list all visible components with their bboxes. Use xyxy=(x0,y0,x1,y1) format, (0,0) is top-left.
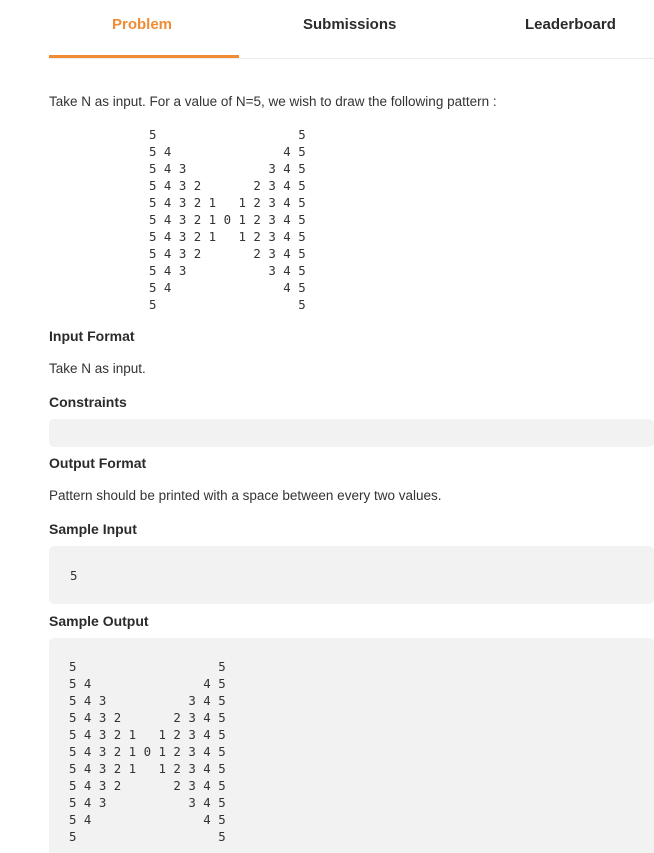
tab-submissions[interactable]: Submissions xyxy=(303,16,396,33)
sample-input-value: 5 xyxy=(70,568,78,583)
problem-intro: Take N as input. For a value of N=5, we … xyxy=(49,94,497,109)
sample-output-value: 5 5 5 4 4 5 5 4 3 3 4 5 5 4 3 2 2 3 4 5 … xyxy=(69,659,226,844)
constraints-title: Constraints xyxy=(49,394,127,410)
tab-leaderboard[interactable]: Leaderboard xyxy=(525,16,616,33)
tab-problem[interactable]: Problem xyxy=(112,16,172,33)
input-format-text: Take N as input. xyxy=(49,361,146,376)
input-format-title: Input Format xyxy=(49,328,135,344)
output-format-title: Output Format xyxy=(49,455,147,471)
example-pattern: 5 5 5 4 4 5 5 4 3 3 4 5 5 4 3 2 2 3 4 5 … xyxy=(149,127,306,312)
constraints-box xyxy=(49,419,654,447)
problem-tabs: Problem Submissions Leaderboard xyxy=(49,0,654,59)
active-tab-indicator xyxy=(49,55,239,58)
sample-input-title: Sample Input xyxy=(49,521,137,537)
sample-output-title: Sample Output xyxy=(49,613,149,629)
sample-input-box: 5 xyxy=(49,546,654,604)
output-format-text: Pattern should be printed with a space b… xyxy=(49,488,442,503)
